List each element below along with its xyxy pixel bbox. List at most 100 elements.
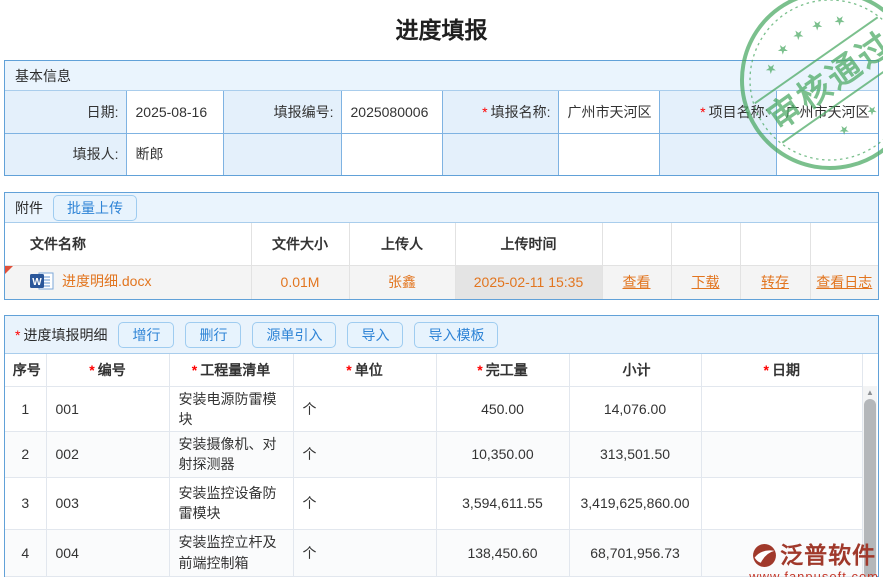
vendor-name: 泛普软件: [780, 544, 876, 567]
project-name-label: *项目名称:: [659, 91, 776, 133]
boq-cell[interactable]: 安装监控立杆及前端控制箱: [169, 529, 293, 576]
delete-row-button[interactable]: 删行: [185, 322, 241, 348]
col-upload-time: 上传时间: [455, 223, 602, 265]
table-row: 1 001 安装电源防雷模块 个 450.00 14,076.00: [5, 386, 863, 432]
code-cell[interactable]: 001: [46, 386, 169, 432]
table-row: 4 004 安装监控立杆及前端控制箱 个 138,450.60 68,701,9…: [5, 529, 863, 576]
word-file-icon: W: [30, 272, 55, 290]
subtotal-cell: 14,076.00: [569, 386, 701, 432]
required-mark: *: [15, 327, 20, 343]
file-name-link[interactable]: 进度明细.docx: [62, 271, 151, 291]
required-mark: *: [482, 104, 487, 120]
report-no-label: 填报编号:: [223, 91, 341, 133]
unit-cell[interactable]: 个: [293, 477, 436, 529]
view-log-link[interactable]: 查看日志: [816, 274, 872, 290]
col-file-size: 文件大小: [251, 223, 349, 265]
report-no-field[interactable]: 2025080006: [341, 91, 442, 133]
basic-info-panel: 基本信息 日期: 2025-08-16 填报编号: 2025080006 *填报…: [4, 60, 879, 176]
required-mark: *: [700, 104, 705, 120]
import-button[interactable]: 导入: [347, 322, 403, 348]
col-code: *编号: [46, 354, 169, 386]
vendor-url: www.fanpusoft.com: [749, 569, 879, 577]
report-name-field[interactable]: 广州市天河区: [558, 91, 659, 133]
attachment-row: W 进度明细.docx 0.01M 张鑫 2025-02-11 15:35 查看…: [5, 265, 878, 299]
required-mark: *: [346, 362, 351, 378]
uploader-value: 张鑫: [349, 265, 455, 299]
batch-upload-button[interactable]: 批量上传: [53, 195, 137, 221]
add-row-button[interactable]: 增行: [118, 322, 174, 348]
code-cell[interactable]: 004: [46, 529, 169, 576]
basic-info-grid: 日期: 2025-08-16 填报编号: 2025080006 *填报名称: 广…: [5, 91, 878, 175]
reporter-label: 填报人:: [5, 133, 126, 175]
basic-info-section-title: 基本信息: [15, 66, 71, 86]
view-link[interactable]: 查看: [623, 274, 651, 290]
seq-cell: 2: [5, 432, 46, 478]
upload-time-value: 2025-02-11 15:35: [455, 265, 602, 299]
col-seq: 序号: [5, 354, 46, 386]
empty-label-cell: [442, 133, 558, 175]
col-uploader: 上传人: [349, 223, 455, 265]
col-file-name: 文件名称: [5, 223, 251, 265]
unit-cell[interactable]: 个: [293, 432, 436, 478]
date-cell[interactable]: [701, 432, 863, 478]
svg-text:W: W: [32, 277, 42, 288]
table-row: 2 002 安装摄像机、对射探测器 个 10,350.00 313,501.50: [5, 432, 863, 478]
qty-cell[interactable]: 450.00: [436, 386, 569, 432]
col-boq: *工程量清单: [169, 354, 293, 386]
project-name-field[interactable]: 广州市天河区: [776, 91, 878, 133]
table-row: 3 003 安装监控设备防雷模块 个 3,594,611.55 3,419,62…: [5, 477, 863, 529]
import-template-button[interactable]: 导入模板: [414, 322, 498, 348]
col-action: [602, 223, 671, 265]
date-label: 日期:: [5, 91, 126, 133]
download-link[interactable]: 下载: [692, 274, 720, 290]
col-action: [810, 223, 878, 265]
detail-section-title: *进度填报明细: [15, 325, 107, 345]
seq-cell: 1: [5, 386, 46, 432]
date-cell[interactable]: [701, 477, 863, 529]
vendor-watermark: 泛普软件 www.fanpusoft.com: [749, 543, 879, 577]
scroll-up-icon[interactable]: ▲: [863, 386, 877, 399]
qty-cell[interactable]: 138,450.60: [436, 529, 569, 576]
subtotal-cell: 313,501.50: [569, 432, 701, 478]
code-cell[interactable]: 003: [46, 477, 169, 529]
date-cell[interactable]: [701, 386, 863, 432]
date-field[interactable]: 2025-08-16: [126, 91, 223, 133]
progress-detail-table: 序号 *编号 *工程量清单 *单位 *完工量 小计 *日期 1 001 安装电源…: [5, 354, 863, 577]
save-as-link[interactable]: 转存: [761, 274, 789, 290]
col-action: [740, 223, 810, 265]
attachments-table: 文件名称 文件大小 上传人 上传时间: [5, 223, 878, 299]
attachments-panel: 附件 批量上传 文件名称 文件大小 上传人 上传时间: [4, 192, 879, 300]
col-action: [671, 223, 740, 265]
required-mark: *: [89, 362, 94, 378]
col-unit: *单位: [293, 354, 436, 386]
fanpu-logo-icon: [752, 543, 777, 568]
attachments-section-title: 附件: [15, 198, 43, 218]
unit-cell[interactable]: 个: [293, 386, 436, 432]
col-subtotal: 小计: [569, 354, 701, 386]
file-size-value: 0.01M: [251, 265, 349, 299]
qty-cell[interactable]: 10,350.00: [436, 432, 569, 478]
subtotal-cell: 3,419,625,860.00: [569, 477, 701, 529]
seq-cell: 4: [5, 529, 46, 576]
unit-cell[interactable]: 个: [293, 529, 436, 576]
seq-cell: 3: [5, 477, 46, 529]
code-cell[interactable]: 002: [46, 432, 169, 478]
report-name-label: *填报名称:: [442, 91, 558, 133]
empty-label-cell: [223, 133, 341, 175]
boq-cell[interactable]: 安装电源防雷模块: [169, 386, 293, 432]
boq-cell[interactable]: 安装监控设备防雷模块: [169, 477, 293, 529]
reporter-field[interactable]: 断郎: [126, 133, 223, 175]
page-title: 进度填报: [0, 11, 883, 42]
required-mark: *: [192, 362, 197, 378]
source-import-button[interactable]: 源单引入: [252, 322, 336, 348]
star-icon: ★: [774, 40, 792, 59]
boq-cell[interactable]: 安装摄像机、对射探测器: [169, 432, 293, 478]
col-completed-qty: *完工量: [436, 354, 569, 386]
empty-label-cell: [659, 133, 776, 175]
row-corner-marker: [5, 266, 13, 274]
qty-cell[interactable]: 3,594,611.55: [436, 477, 569, 529]
required-mark: *: [477, 362, 482, 378]
subtotal-cell: 68,701,956.73: [569, 529, 701, 576]
progress-detail-panel: *进度填报明细 增行 删行 源单引入 导入 导入模板 序号 *编号 *工程量清单…: [4, 315, 879, 577]
required-mark: *: [764, 362, 769, 378]
